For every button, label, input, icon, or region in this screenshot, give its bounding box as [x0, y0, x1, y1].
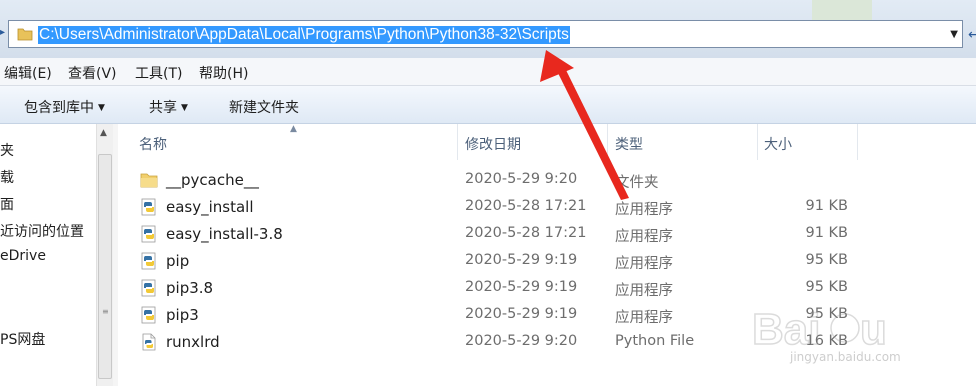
- column-header-size[interactable]: 大小: [764, 134, 792, 154]
- python-file-icon: [142, 333, 156, 351]
- file-type: 应用程序: [615, 310, 673, 326]
- folder-icon: [17, 28, 33, 41]
- navigation-pane: 夹 载 面 近访问的位置 eDrive PS网盘: [0, 124, 96, 386]
- python-exe-icon: [141, 279, 156, 297]
- file-type: Python File: [615, 333, 695, 349]
- file-date: 2020-5-28 17:21: [465, 198, 587, 214]
- file-size: 91 KB: [805, 225, 848, 241]
- back-arrow-icon[interactable]: ▸: [0, 28, 6, 38]
- file-date: 2020-5-29 9:19: [465, 252, 578, 268]
- file-type: 文件夹: [615, 175, 659, 191]
- file-date: 2020-5-29 9:19: [465, 279, 578, 295]
- column-header-type[interactable]: 类型: [615, 134, 643, 154]
- file-type: 应用程序: [615, 283, 673, 299]
- menu-bar: 编辑(E) 查看(V) 工具(T) 帮助(H): [0, 58, 976, 86]
- column-header-date[interactable]: 修改日期: [465, 134, 521, 154]
- python-exe-icon: [141, 306, 156, 324]
- menu-view[interactable]: 查看(V): [68, 63, 117, 83]
- file-type: 应用程序: [615, 202, 673, 218]
- scrollbar-thumb[interactable]: ≡: [98, 154, 112, 379]
- nav-scrollbar[interactable]: ▲ ≡: [96, 124, 113, 386]
- file-date: 2020-5-29 9:19: [465, 306, 578, 322]
- file-row[interactable]: easy_install 2020-5-28 17:21 应用程序 91 KB: [118, 194, 976, 221]
- nav-item-recent-places[interactable]: 近访问的位置: [0, 221, 84, 241]
- file-name: runxlrd: [166, 333, 220, 351]
- chevron-down-icon: ▼: [181, 103, 188, 113]
- scroll-up-icon[interactable]: ▲: [100, 128, 107, 138]
- file-name: pip3.8: [166, 279, 214, 297]
- background-window-fragment: [812, 0, 872, 20]
- file-date: 2020-5-29 9:20: [465, 171, 578, 187]
- column-separator[interactable]: [757, 124, 758, 160]
- svg-text:u: u: [860, 305, 887, 354]
- python-exe-icon: [141, 225, 156, 243]
- address-bar-row: ▸ C:\Users\Administrator\AppData\Local\P…: [0, 0, 976, 58]
- file-size: 95 KB: [805, 279, 848, 295]
- menu-edit[interactable]: 编辑(E): [4, 63, 52, 83]
- python-exe-icon: [141, 252, 156, 270]
- grip-icon: ≡: [102, 307, 109, 316]
- column-separator[interactable]: [457, 124, 458, 160]
- nav-item-favorites[interactable]: 夹: [0, 140, 14, 160]
- nav-item-wps-drive[interactable]: PS网盘: [0, 329, 45, 349]
- address-path[interactable]: C:\Users\Administrator\AppData\Local\Pro…: [38, 26, 570, 44]
- address-bar[interactable]: C:\Users\Administrator\AppData\Local\Pro…: [8, 20, 963, 48]
- nav-item-downloads[interactable]: 载: [0, 167, 14, 187]
- column-separator[interactable]: [607, 124, 608, 160]
- file-row[interactable]: __pycache__ 2020-5-29 9:20 文件夹: [118, 167, 976, 194]
- column-separator[interactable]: [857, 124, 858, 160]
- include-in-library-label: 包含到库中: [24, 100, 94, 116]
- baidu-watermark-url: jingyan.baidu.com: [790, 350, 901, 364]
- chevron-down-icon: ▼: [98, 103, 105, 113]
- svg-text:Bai: Bai: [752, 305, 820, 354]
- share-button[interactable]: 共享 ▼: [149, 97, 188, 117]
- file-row[interactable]: easy_install-3.8 2020-5-28 17:21 应用程序 91…: [118, 221, 976, 248]
- file-name: easy_install-3.8: [166, 225, 283, 243]
- file-type: 应用程序: [615, 256, 673, 272]
- address-dropdown-icon[interactable]: ▼: [950, 29, 958, 40]
- python-exe-icon: [141, 198, 156, 216]
- file-row[interactable]: pip3.8 2020-5-29 9:19 应用程序 95 KB: [118, 275, 976, 302]
- file-row[interactable]: pip 2020-5-29 9:19 应用程序 95 KB: [118, 248, 976, 275]
- nav-item-desktop[interactable]: 面: [0, 194, 14, 214]
- command-bar: 包含到库中 ▼ 共享 ▼ 新建文件夹: [0, 86, 976, 124]
- folder-icon: [140, 173, 158, 188]
- share-label: 共享: [149, 100, 177, 116]
- menu-help[interactable]: 帮助(H): [199, 63, 248, 83]
- sort-ascending-icon: ▲: [290, 124, 297, 134]
- file-type: 应用程序: [615, 229, 673, 245]
- file-size: 91 KB: [805, 198, 848, 214]
- file-size: 95 KB: [805, 252, 848, 268]
- file-name: easy_install: [166, 198, 254, 216]
- file-date: 2020-5-28 17:21: [465, 225, 587, 241]
- file-name: pip: [166, 252, 190, 270]
- include-in-library-button[interactable]: 包含到库中 ▼: [24, 97, 105, 117]
- menu-tools[interactable]: 工具(T): [135, 63, 182, 83]
- column-header-row: ▲ 名称 修改日期 类型 大小: [118, 124, 976, 160]
- file-date: 2020-5-29 9:20: [465, 333, 578, 349]
- file-name: pip3: [166, 306, 199, 324]
- column-header-name[interactable]: 名称: [139, 134, 167, 154]
- refresh-icon[interactable]: ↵: [968, 27, 976, 43]
- nav-item-onedrive[interactable]: eDrive: [0, 248, 46, 264]
- new-folder-button[interactable]: 新建文件夹: [229, 97, 299, 117]
- file-name: __pycache__: [166, 171, 259, 189]
